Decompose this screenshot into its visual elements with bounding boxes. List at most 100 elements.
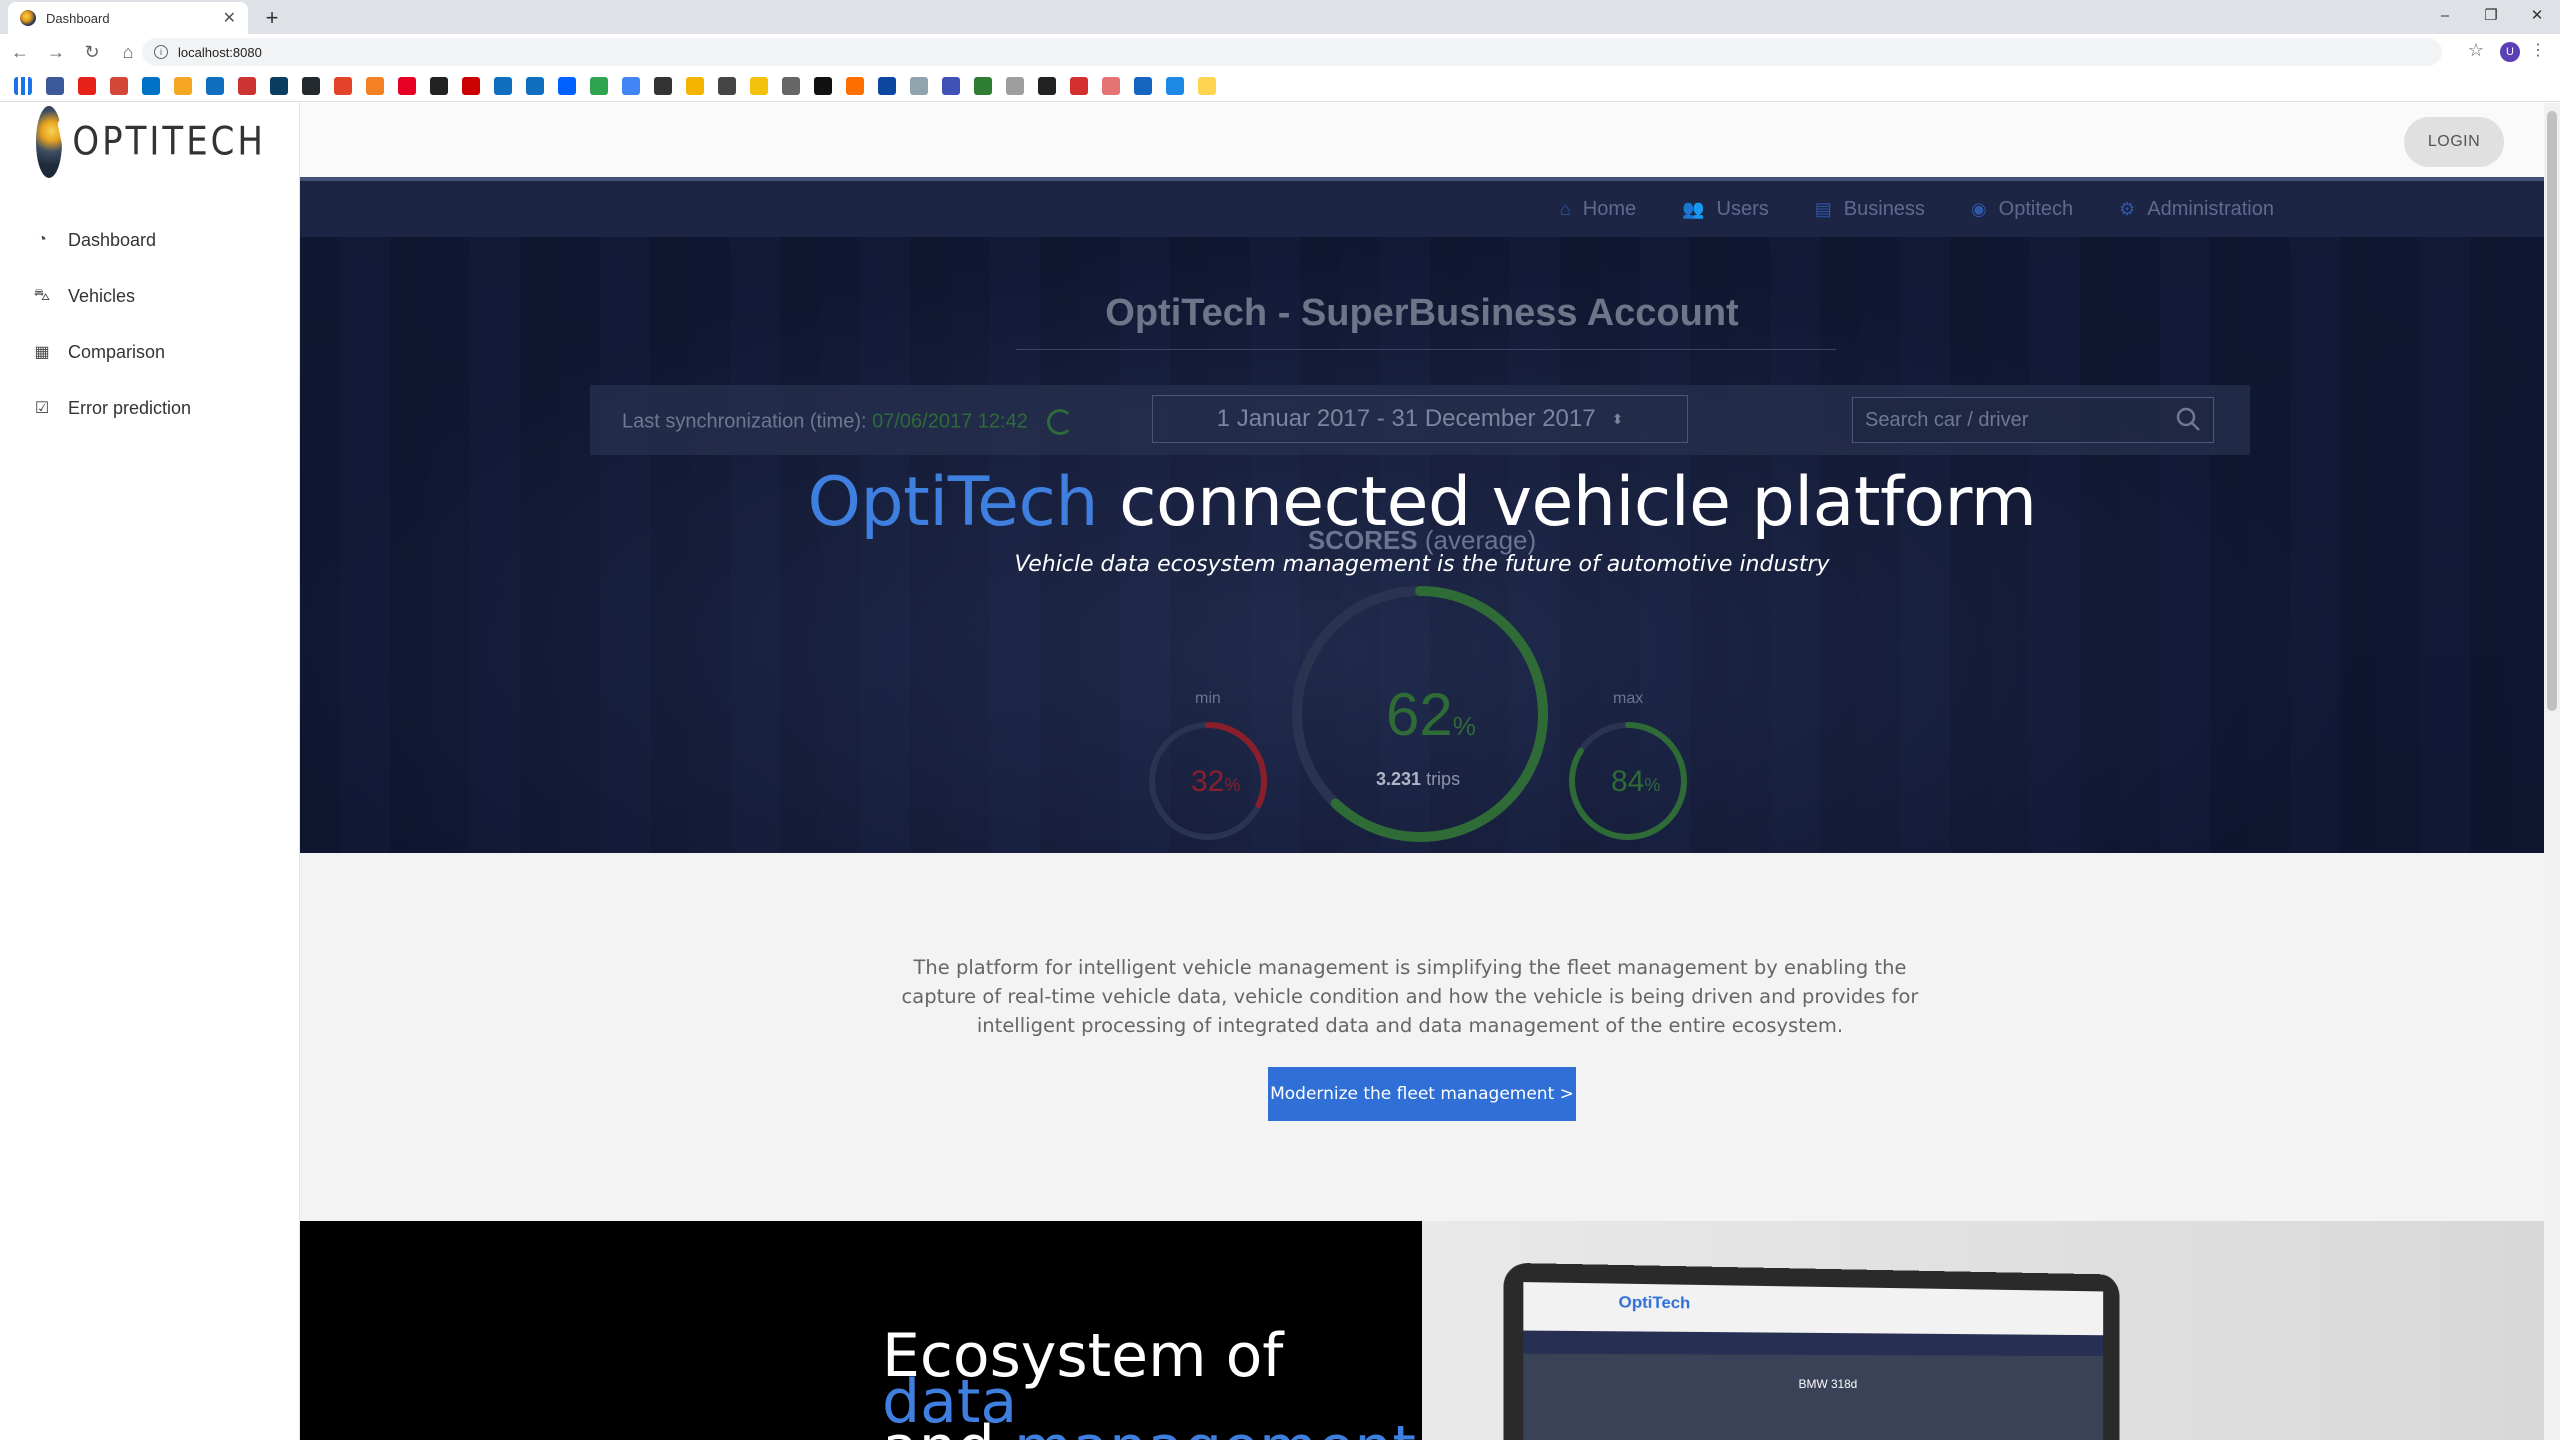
bookmark-icon[interactable] [1070, 76, 1088, 95]
checkbox-icon: ☑ [34, 400, 50, 417]
eco-line2-a: and [882, 1413, 1014, 1440]
trips-count: 3.231 [1376, 769, 1422, 789]
bookmark-icon[interactable] [206, 76, 224, 95]
laptop-screen: OptiTech BMW 318d [1523, 1282, 2104, 1440]
bookmark-icon[interactable] [110, 76, 128, 95]
bookmark-icon[interactable] [398, 76, 416, 95]
gauge-min-label: min [1195, 690, 1221, 707]
gauge-main-value: 62% [1386, 680, 1476, 749]
bookmark-icon[interactable] [718, 76, 736, 95]
bookmark-icon[interactable] [782, 76, 800, 95]
browser-menu-icon[interactable]: ⋮ [2530, 40, 2546, 60]
bookmark-icon[interactable] [1006, 76, 1024, 95]
bookmark-icon[interactable] [974, 76, 992, 95]
gauge-max-value: 84% [1611, 765, 1660, 799]
bookmark-icon[interactable] [142, 76, 160, 95]
bookmark-icon[interactable] [846, 76, 864, 95]
bookmark-icon[interactable] [238, 76, 256, 95]
bookmark-icon[interactable] [1134, 76, 1152, 95]
sidebar-item-error-prediction[interactable]: ☑ Error prediction [32, 391, 191, 425]
ecosystem-section: Ecosystem of data and management [300, 1221, 1422, 1440]
sidebar-item-vehicles[interactable]: ⛍ Vehicles [32, 279, 135, 313]
hero-section: ⌂ Home 👥 Users ▤ Business ◉ Optitech ⚙ A… [300, 177, 2544, 853]
bookmark-icon[interactable] [878, 76, 896, 95]
modernize-fleet-button[interactable]: Modernize the fleet management > [1268, 1067, 1576, 1121]
gauge-min-number: 32 [1191, 765, 1225, 798]
page-scrollbar[interactable] [2544, 103, 2560, 1440]
bookmark-icon[interactable] [1038, 76, 1056, 95]
tab-title: Dashboard [46, 10, 110, 26]
bookmark-icon[interactable] [622, 76, 640, 95]
sidebar: OPTITECH ◔ Dashboard ⛍ Vehicles ▦ Compar… [0, 103, 300, 1440]
bookmark-icon[interactable] [270, 76, 288, 95]
trips-label: trips [1426, 769, 1461, 789]
laptop-screen-nav [1523, 1330, 2104, 1357]
bookmark-icon[interactable] [814, 76, 832, 95]
bookmark-icon[interactable] [494, 76, 512, 95]
apps-grid-icon[interactable] [14, 76, 32, 95]
sidebar-item-dashboard[interactable]: ◔ Dashboard [32, 223, 156, 257]
scores-title: SCORES [1307, 525, 1418, 555]
sidebar-item-comparison[interactable]: ▦ Comparison [32, 335, 165, 369]
close-window-icon[interactable]: ✕ [2514, 0, 2560, 30]
eco-line2-b: management [1014, 1413, 1416, 1440]
forward-icon[interactable]: → [40, 36, 72, 68]
restore-icon[interactable]: ❐ [2468, 0, 2514, 30]
bookmark-icon[interactable] [334, 76, 352, 95]
bookmark-icon[interactable] [462, 76, 480, 95]
gauge-max-unit: % [1644, 775, 1661, 795]
url-text: localhost:8080 [178, 44, 262, 60]
bookmark-icon[interactable] [590, 76, 608, 95]
bookmark-icon[interactable] [1198, 76, 1216, 95]
bookmark-icon[interactable] [1166, 76, 1184, 95]
bookmark-star-icon[interactable]: ☆ [2468, 40, 2484, 61]
bookmark-icon[interactable] [366, 76, 384, 95]
bookmark-icon[interactable] [1102, 76, 1120, 95]
sidebar-item-label: Comparison [68, 341, 166, 362]
home-browser-icon[interactable]: ⌂ [112, 36, 144, 68]
laptop-screen-header: OptiTech [1523, 1282, 2104, 1336]
ecosystem-title: Ecosystem of data and management [882, 1326, 1422, 1440]
bookmark-icon[interactable] [526, 76, 544, 95]
optitech-favicon-icon [20, 10, 36, 26]
gauge-min-unit: % [1224, 775, 1241, 795]
login-button[interactable]: LOGIN [2404, 117, 2504, 167]
browser-tab[interactable]: Dashboard ✕ [8, 2, 248, 34]
bookmark-icon[interactable] [910, 76, 928, 95]
profile-avatar[interactable]: U [2500, 42, 2520, 62]
dashboard-icon: ◔ [37, 231, 47, 248]
sidebar-item-label: Vehicles [68, 285, 136, 306]
bookmark-icon[interactable] [654, 76, 672, 95]
bookmark-icon[interactable] [686, 76, 704, 95]
browser-tabstrip: Dashboard ✕ + – ❐ ✕ [0, 0, 2560, 34]
bookmark-icon[interactable] [78, 76, 96, 95]
bookmark-icon[interactable] [174, 76, 192, 95]
scrollbar-thumb[interactable] [2547, 111, 2557, 711]
bookmarks-bar [0, 70, 2560, 102]
bookmark-icon[interactable] [750, 76, 768, 95]
gauge-main-unit: % [1452, 711, 1476, 741]
ecosystem-image: OptiTech BMW 318d [1422, 1221, 2544, 1440]
bookmark-icon[interactable] [558, 76, 576, 95]
sidebar-item-label: Error prediction [68, 397, 192, 418]
bookmark-icon[interactable] [942, 76, 960, 95]
back-icon[interactable]: ← [4, 36, 36, 68]
laptop-mockup: OptiTech BMW 318d [1503, 1262, 2120, 1440]
minimize-icon[interactable]: – [2422, 0, 2468, 30]
reload-icon[interactable]: ↻ [76, 36, 108, 68]
close-tab-icon[interactable]: ✕ [223, 8, 236, 28]
gauge-max-number: 84 [1611, 765, 1645, 798]
bookmark-icon[interactable] [46, 76, 64, 95]
info-icon[interactable]: i [154, 45, 168, 59]
new-tab-icon[interactable]: + [258, 4, 286, 32]
logo-text: OPTITECH [72, 119, 266, 165]
sidebar-item-label: Dashboard [68, 229, 157, 250]
address-bar[interactable]: i localhost:8080 [142, 38, 2442, 66]
gauge-main-trips: 3.231 trips [1376, 769, 1460, 790]
gauge-max-label: max [1613, 690, 1644, 707]
app-header: LOGIN [300, 103, 2544, 177]
bookmark-icon[interactable] [430, 76, 448, 95]
intro-text: The platform for intelligent vehicle man… [901, 956, 1919, 1037]
optitech-logo[interactable]: OPTITECH [36, 103, 266, 181]
bookmark-icon[interactable] [302, 76, 320, 95]
